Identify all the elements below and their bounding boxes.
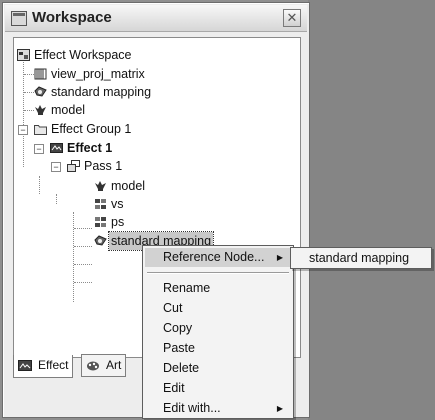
menu-item-edit[interactable]: Edit (145, 379, 291, 398)
folder-icon (34, 125, 47, 135)
model-icon (35, 105, 46, 115)
tree-guide (24, 92, 34, 93)
title-bar[interactable]: Workspace ✕ (5, 5, 307, 32)
pixel-shader-icon (95, 217, 106, 227)
tree-item-label: vs (111, 197, 124, 211)
pass-icon (67, 160, 80, 172)
tab-art[interactable]: Art (81, 354, 127, 377)
tree-guide (73, 212, 74, 302)
menu-item-label: Reference Node... (163, 250, 265, 264)
desktop-background (308, 0, 435, 420)
tab-label: Effect (38, 358, 69, 372)
tree-item-label: Effect 1 (67, 141, 113, 155)
collapse-toggle[interactable]: − (51, 162, 61, 172)
collapse-toggle[interactable]: − (34, 144, 44, 154)
menu-item-cut[interactable]: Cut (145, 299, 291, 318)
menu-separator (147, 272, 289, 274)
art-icon (87, 361, 99, 371)
tab-effect[interactable]: Effect (13, 355, 74, 378)
tree-item-label: model (51, 103, 86, 117)
tree-item-label: Effect Group 1 (51, 122, 132, 136)
effect-icon (18, 360, 32, 371)
menu-item-paste[interactable]: Paste (145, 339, 291, 358)
close-icon[interactable]: ✕ (283, 9, 301, 27)
menu-item-rename[interactable]: Rename (145, 279, 291, 298)
workspace-icon (17, 49, 30, 61)
tree-guide (74, 264, 92, 265)
context-menu: Reference Node... ▶ Rename Cut Copy Past… (142, 245, 294, 419)
tree-guide (56, 194, 57, 204)
submenu-item-standard-mapping[interactable]: standard mapping (293, 249, 409, 267)
menu-item-delete[interactable]: Delete (145, 359, 291, 378)
menu-item-label: Copy (163, 321, 193, 335)
model-icon (95, 181, 106, 191)
shader-icon (34, 86, 47, 97)
tree-guide (24, 74, 34, 75)
menu-item-label: Rename (163, 281, 211, 295)
tree-guide (39, 176, 40, 194)
menu-item-edit-with[interactable]: Edit with... ▶ (145, 399, 291, 418)
effect-icon (50, 143, 63, 153)
menu-item-label: Edit (163, 381, 185, 395)
menu-item-copy[interactable]: Copy (145, 319, 291, 338)
tab-label: Art (106, 358, 122, 372)
window-icon (11, 11, 27, 26)
tree-guide (24, 110, 34, 111)
tree-item-label: Effect Workspace (34, 48, 132, 62)
tree-item-label: standard mapping (51, 85, 152, 99)
menu-item-label: Cut (163, 301, 183, 315)
tree-guide (74, 246, 92, 247)
menu-item-reference-node[interactable]: Reference Node... ▶ (145, 248, 291, 267)
menu-item-label: Edit with... (163, 401, 221, 415)
menu-item-label: Delete (163, 361, 200, 375)
tree-item-label: ps (111, 215, 125, 229)
collapse-toggle[interactable]: − (18, 125, 28, 135)
window-title: Workspace (32, 9, 112, 26)
tree-guide (74, 228, 92, 229)
tree-item-label: model (111, 179, 146, 193)
vertex-shader-icon (95, 199, 106, 209)
menu-item-label: Paste (163, 341, 195, 355)
submenu-arrow-icon: ▶ (276, 253, 283, 262)
matrix-icon (34, 68, 47, 80)
submenu-arrow-icon: ▶ (276, 404, 283, 413)
tree-item-label: Pass 1 (84, 159, 123, 173)
tree-item-label: view_proj_matrix (51, 67, 145, 81)
reference-node-submenu: standard mapping (290, 247, 432, 269)
tree-guide (74, 282, 92, 283)
shader-icon (94, 235, 107, 246)
